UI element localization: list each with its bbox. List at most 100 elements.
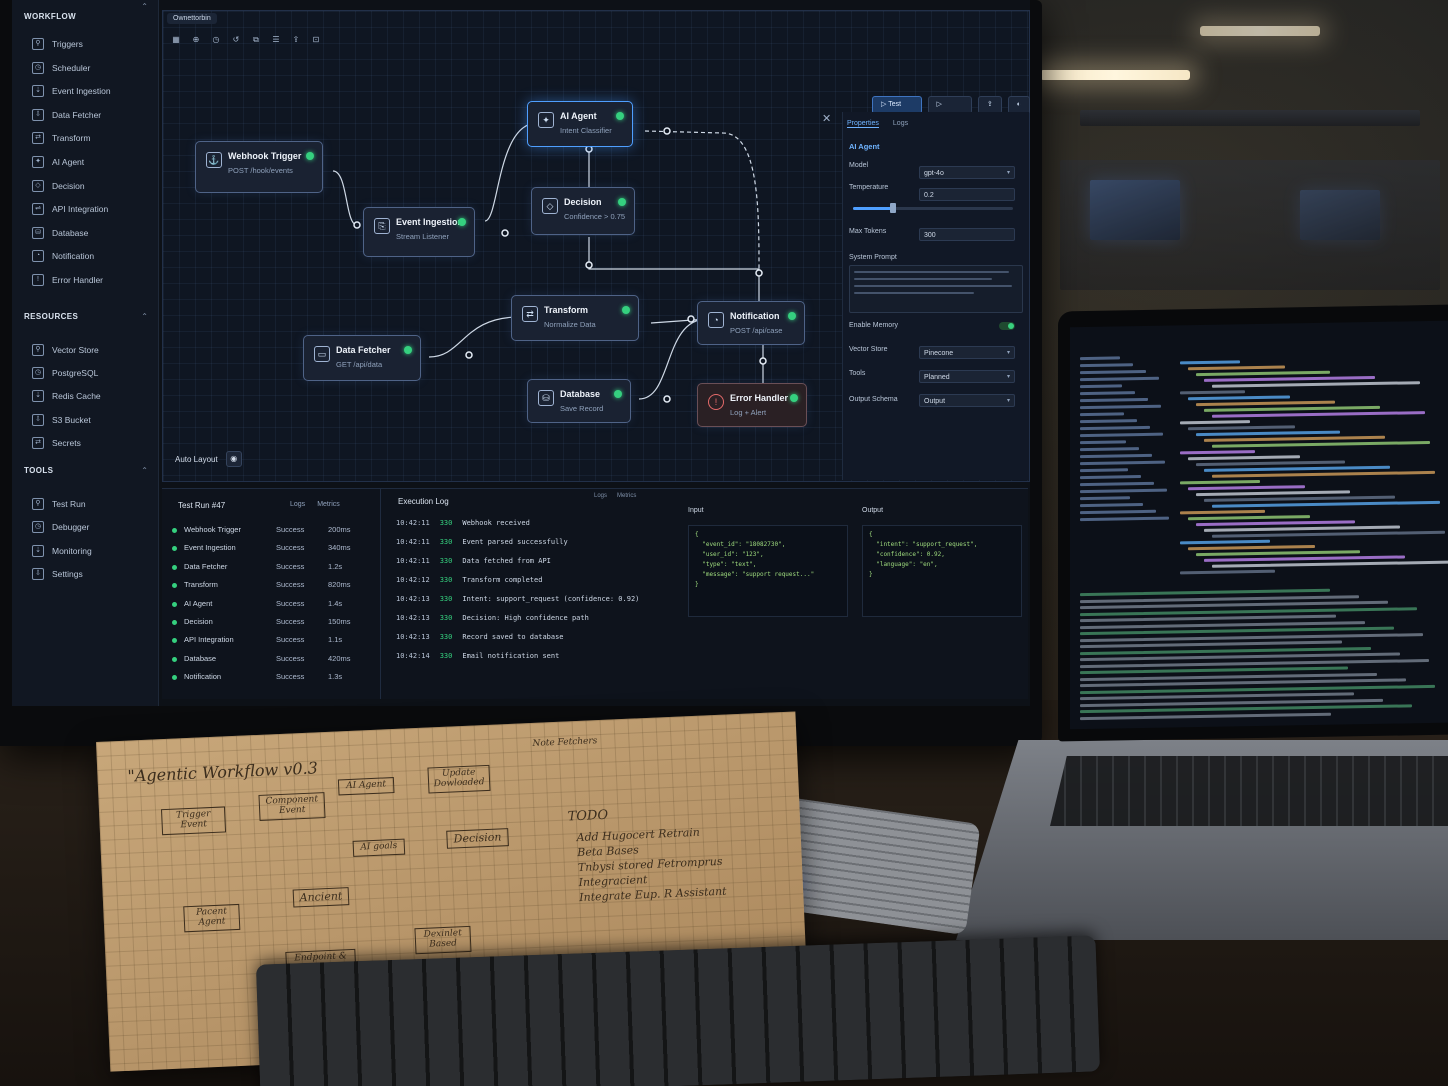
test-run-icon: ⚲ (32, 498, 44, 510)
sidebar-item-vector-store[interactable]: ⚲ Vector Store (32, 342, 99, 358)
test-run-panel: Test Run #47 Logs Metrics Webhook Trigge… (162, 489, 381, 699)
code-line (1196, 400, 1335, 407)
chevron-up-icon[interactable]: ⌃ (141, 312, 148, 321)
step-duration: 1.4s (328, 598, 343, 608)
sidebar-item-database[interactable]: ⛁ Database (32, 225, 88, 241)
tab-properties[interactable]: Properties (847, 120, 879, 128)
code-line (1180, 360, 1240, 365)
sidebar-item-ai-agent[interactable]: ✦ AI Agent (32, 154, 84, 170)
table-row[interactable]: AI Agent Success 1.4s (172, 597, 366, 613)
sidebar-item-notification[interactable]: ◔ Notification (32, 248, 94, 264)
sidebar-workflow-header: WORKFLOW (24, 12, 77, 21)
node-database[interactable]: ⛁ Database Save Record (527, 379, 631, 423)
slider-handle[interactable] (890, 203, 896, 213)
log-code: 330 (439, 557, 453, 565)
status-dot (616, 112, 624, 120)
system-prompt-textarea[interactable] (849, 265, 1023, 313)
table-row[interactable]: Decision Success 150ms (172, 615, 366, 631)
file-tree-line (1080, 425, 1150, 431)
temperature-slider[interactable] (853, 203, 1013, 213)
table-row[interactable]: Transform Success 820ms (172, 578, 366, 594)
sidebar-item-secrets[interactable]: ⇄ Secrets (32, 435, 81, 451)
code-line (1188, 545, 1315, 551)
tab-metrics[interactable]: Metrics (317, 501, 340, 508)
auto-layout-button[interactable]: Auto Layout (175, 455, 218, 464)
node-error-handler[interactable]: ! Error Handler Log + Alert (697, 383, 807, 427)
code-line (1196, 550, 1360, 557)
code-line (1212, 440, 1430, 448)
table-row[interactable]: Data Fetcher Success 1.2s (172, 560, 366, 576)
node-transform[interactable]: ⇄ Transform Normalize Data (511, 295, 639, 341)
output-schema-select[interactable]: Output ▾ (919, 394, 1015, 407)
node-decision[interactable]: ◇ Decision Confidence > 0.75 (531, 187, 635, 235)
sidebar-item-decision[interactable]: ◇ Decision (32, 178, 85, 194)
node-title: Decision (564, 197, 602, 207)
sidebar-item-debugger[interactable]: ◷ Debugger (32, 519, 89, 535)
vector-store-select[interactable]: Pinecone ▾ (919, 346, 1015, 359)
vector-store-label: Vector Store (849, 346, 888, 353)
file-tree-line (1080, 509, 1156, 515)
decision-icon: ◇ (32, 179, 44, 192)
tab-metrics[interactable]: Metrics (617, 493, 636, 499)
tab-logs[interactable]: Logs (594, 493, 607, 499)
file-tree-line (1080, 391, 1135, 396)
sidebar-item-error-handler[interactable]: ! Error Handler (32, 272, 103, 288)
data-fetcher-icon: ⇩ (32, 108, 44, 121)
sidebar-item-redis-cache[interactable]: ⇣ Redis Cache (32, 388, 101, 404)
sidebar-item-triggers[interactable]: ⚲ Triggers (32, 36, 83, 52)
camera-icon[interactable]: ◉ (225, 451, 242, 467)
table-row[interactable]: API Integration Success 1.1s (172, 633, 366, 649)
tools-select[interactable]: Planned ▾ (919, 370, 1015, 383)
model-select[interactable]: gpt-4o ▾ (919, 166, 1015, 179)
transform-icon: ⇄ (32, 132, 44, 145)
node-subtitle: POST /api/case (730, 326, 783, 335)
table-row[interactable]: Event Ingestion Success 340ms (172, 541, 366, 557)
step-status: Success (276, 617, 305, 626)
sidebar-item-label: Notification (52, 251, 95, 262)
connection-port (501, 229, 509, 237)
sidebar-item-event-ingestion[interactable]: ⇣ Event Ingestion (32, 83, 111, 99)
todo-item: Beta Bases (576, 843, 640, 860)
sidebar-item-monitoring[interactable]: ⇣ Monitoring (32, 543, 92, 559)
table-row[interactable]: Webhook Trigger Success 200ms (172, 523, 366, 539)
sidebar-item-api-integration[interactable]: ⇌ API Integration (32, 201, 108, 217)
sidebar-item-data-fetcher[interactable]: ⇩ Data Fetcher (32, 107, 101, 123)
laptop-code-editor (1070, 320, 1448, 730)
node-ai-agent[interactable]: ✦ AI Agent Intent Classifier (527, 101, 633, 147)
sidebar-item-transform[interactable]: ⇄ Transform (32, 130, 90, 146)
node-event-ingestion[interactable]: ⎘ Event Ingestion Stream Listener (363, 207, 475, 257)
node-data-fetcher[interactable]: ▭ Data Fetcher GET /api/data (303, 335, 421, 381)
sidebar-item-settings[interactable]: ⇩ Settings (32, 566, 83, 582)
max-tokens-field[interactable]: 300 (919, 228, 1015, 241)
node-notification[interactable]: ◔ Notification POST /api/case (697, 301, 805, 345)
node-webhook-trigger[interactable]: ⚓ Webhook Trigger POST /hook/events (195, 141, 323, 193)
sidebar-item-postgresql[interactable]: ◷ PostgreSQL (32, 365, 98, 381)
node-subtitle: GET /api/data (336, 360, 383, 369)
file-tree-line (1080, 496, 1130, 501)
sidebar-item-label: Data Fetcher (52, 109, 102, 120)
close-icon[interactable]: ✕ (822, 112, 831, 125)
chevron-up-icon[interactable]: ⌃ (141, 2, 148, 11)
file-tree-line (1080, 453, 1152, 459)
sidebar-item-s3-bucket[interactable]: ⇩ S3 Bucket (32, 412, 91, 428)
database-icon: ⛁ (32, 226, 44, 239)
temperature-field[interactable]: 0.2 (919, 188, 1015, 201)
code-line (1180, 420, 1250, 425)
transform-icon: ⇄ (522, 306, 538, 322)
tab-logs[interactable]: Logs (893, 120, 908, 128)
monitor-screen: WORKFLOW ⌃ ⚲ Triggers ◷ Scheduler ⇣ Event Ing… (12, 0, 1030, 706)
enable-memory-toggle[interactable] (999, 322, 1015, 330)
table-row[interactable]: Notification Success 1.3s (172, 670, 366, 686)
code-line (1212, 411, 1425, 418)
log-time: 10:42:13 (396, 595, 430, 603)
sidebar-item-test-run[interactable]: ⚲ Test Run (32, 496, 86, 512)
table-row[interactable]: Database Success 420ms (172, 652, 366, 668)
notebook-title: "Agentic Workflow v0.3 (127, 758, 319, 786)
tab-logs[interactable]: Logs (290, 501, 305, 508)
decision-diamond-icon: ◇ (542, 198, 558, 214)
step-name: Notification (184, 672, 222, 682)
step-duration: 150ms (328, 617, 351, 626)
chevron-up-icon[interactable]: ⌃ (141, 466, 148, 475)
sidebar-item-scheduler[interactable]: ◷ Scheduler (32, 60, 90, 76)
ceiling-light (1200, 26, 1320, 36)
